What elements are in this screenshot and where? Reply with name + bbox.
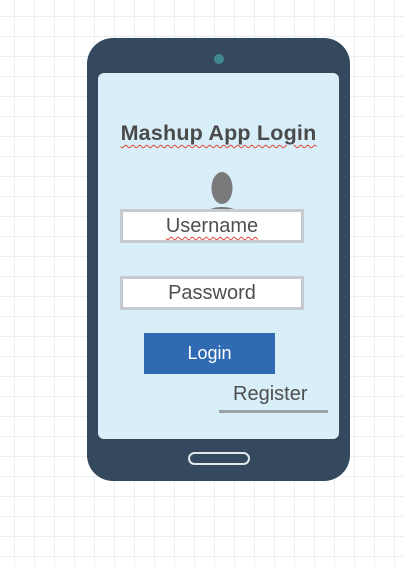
page-title: Mashup App Login [98,121,339,146]
login-button[interactable]: Login [144,333,275,374]
login-title: Mashup App Login [120,121,317,145]
phone-screen: Mashup App Login Username Password Login… [98,73,339,439]
camera-icon [214,54,224,64]
password-input[interactable]: Password [120,276,304,310]
username-input[interactable]: Username [120,209,304,243]
register-link[interactable]: Register [233,382,307,406]
login-button-label: Login [187,343,232,363]
home-button[interactable] [188,452,250,465]
password-placeholder: Password [168,282,256,304]
username-placeholder: Username [165,215,259,237]
register-link-underline [219,410,328,413]
phone-device: Mashup App Login Username Password Login… [87,38,350,481]
